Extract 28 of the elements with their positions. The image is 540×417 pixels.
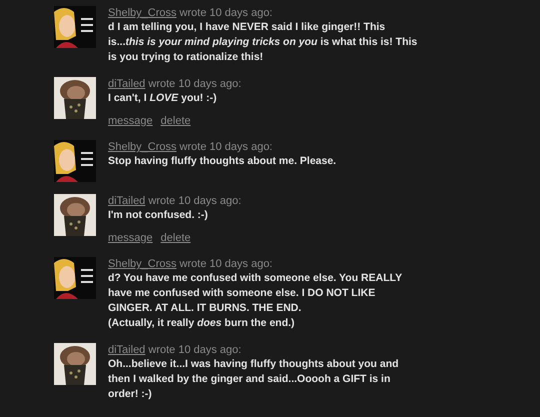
comment-meta: wrote 10 days ago: <box>178 7 272 19</box>
author-link[interactable]: diTailed <box>108 195 146 207</box>
comment-text: Stop having fluffy thoughts about me. Please. <box>108 154 338 169</box>
comment-text: I can't, I LOVE you! :-) <box>108 91 218 106</box>
avatar <box>54 6 96 48</box>
avatar <box>54 140 96 182</box>
comment-text: Oh...believe it...I was having fluffy thoughts about you and then I walked by the ginger and said...Ooooh a GIFT is in order! :-) <box>108 357 400 402</box>
action-link[interactable]: message <box>108 114 153 128</box>
author-link[interactable]: diTailed <box>108 78 146 90</box>
author-link[interactable]: diTailed <box>108 344 146 356</box>
action-link[interactable]: delete <box>160 231 191 245</box>
action-link[interactable]: delete <box>160 114 191 128</box>
avatar <box>54 257 96 299</box>
comment-text: d? You have me confused with someone else. You REALLY have me confused with someone else. I DO NOT LIKE GINGER. AT ALL. IT BURNS. THE END. (Actually, it really does burn the end.) <box>108 271 403 331</box>
comment-meta: wrote 10 days ago: <box>178 258 272 270</box>
avatar <box>54 343 96 385</box>
author-link[interactable]: Shelby_Cross <box>108 258 176 270</box>
avatar <box>54 77 96 119</box>
author-link[interactable]: Shelby_Cross <box>108 7 176 19</box>
comment-meta: wrote 10 days ago: <box>147 195 242 207</box>
comment-meta: wrote 10 days ago: <box>178 141 272 153</box>
comment-text: I'm not confused. :-) <box>108 208 209 223</box>
avatar <box>54 194 96 236</box>
comment-meta: wrote 10 days ago: <box>147 344 242 356</box>
author-link[interactable]: Shelby_Cross <box>108 141 176 153</box>
comment-text: d I am telling you, I have NEVER said I like ginger!! This is...this is your mind playing tricks on you is what this is! This is you trying to rationalize this! <box>108 20 418 65</box>
comment-meta: wrote 10 days ago: <box>147 78 242 90</box>
action-link[interactable]: message <box>108 231 153 245</box>
